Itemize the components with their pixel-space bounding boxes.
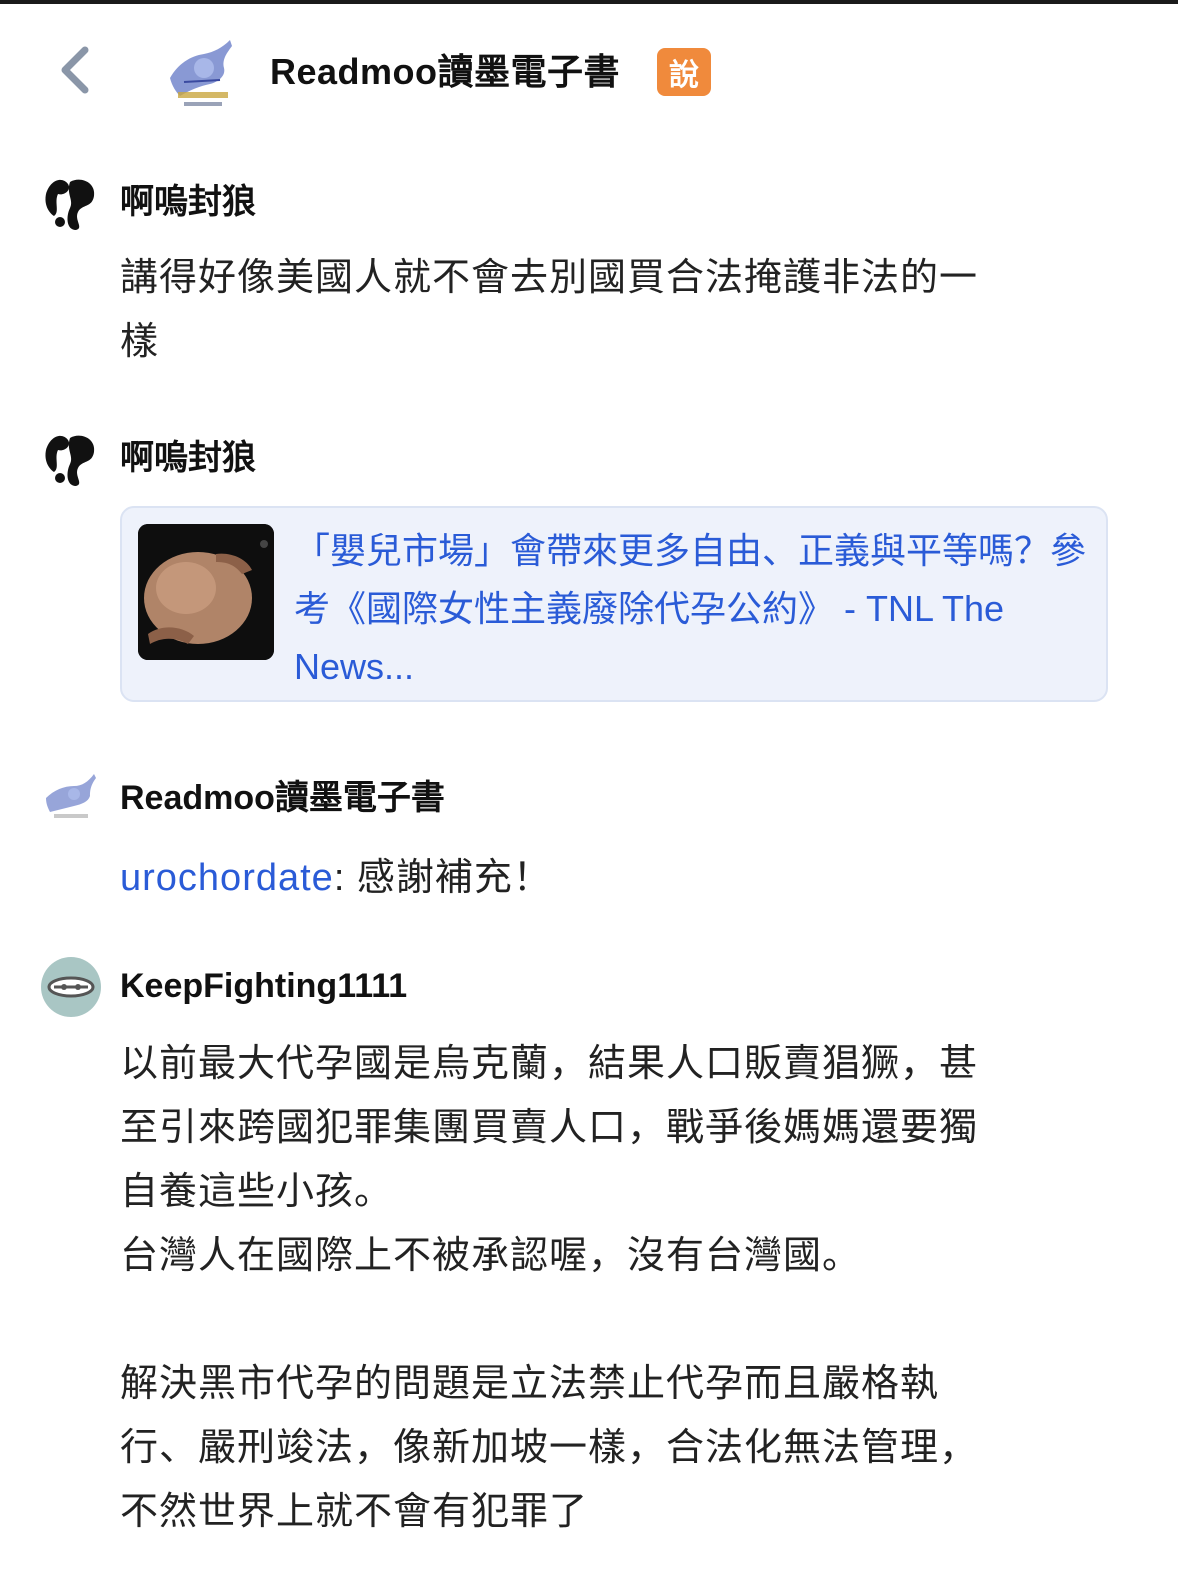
comment-text: 講得好像美國人就不會去別國買合法掩護非法的一 樣 (120, 257, 979, 363)
readmoo-logo-avatar[interactable] (160, 34, 242, 116)
link-preview-card[interactable]: 「嬰兒市場」會帶來更多自由、正義與平等嗎？參考《國際女性主義廢除代孕公約》 - … (120, 506, 1108, 702)
channel-title[interactable]: Readmoo讀墨電子書 (270, 50, 620, 94)
link-thumbnail-image (138, 524, 274, 660)
comment-username[interactable]: 啊嗚封狼 (120, 182, 256, 222)
talk-badge: 說 (657, 48, 711, 96)
wolf-avatar[interactable] (40, 428, 102, 490)
user-mention-link[interactable]: urochordate (120, 857, 334, 899)
keepfighting-avatar[interactable] (40, 956, 102, 1018)
page-header: Readmoo讀墨電子書 說 (0, 30, 1178, 120)
back-button[interactable] (50, 38, 100, 102)
comment-username[interactable]: Readmoo讀墨電子書 (120, 778, 445, 818)
comment-username[interactable]: 啊嗚封狼 (120, 438, 256, 478)
top-divider (0, 0, 1178, 4)
comment-username[interactable]: KeepFighting1111 (120, 966, 407, 1006)
readmoo-avatar[interactable] (40, 768, 102, 830)
link-title[interactable]: 「嬰兒市場」會帶來更多自由、正義與平等嗎？參考《國際女性主義廢除代孕公約》 - … (294, 522, 1094, 696)
comment-text: urochordate: 感謝補充！ (120, 846, 1110, 910)
reply-text: : 感謝補充！ (333, 857, 552, 899)
comment-text: 以前最大代孕國是烏克蘭，結果人口販賣猖獗，甚 至引來跨國犯罪集團買賣人口，戰爭後… (120, 1043, 979, 1533)
wolf-avatar[interactable] (40, 172, 102, 234)
chevron-left-icon (61, 46, 89, 94)
